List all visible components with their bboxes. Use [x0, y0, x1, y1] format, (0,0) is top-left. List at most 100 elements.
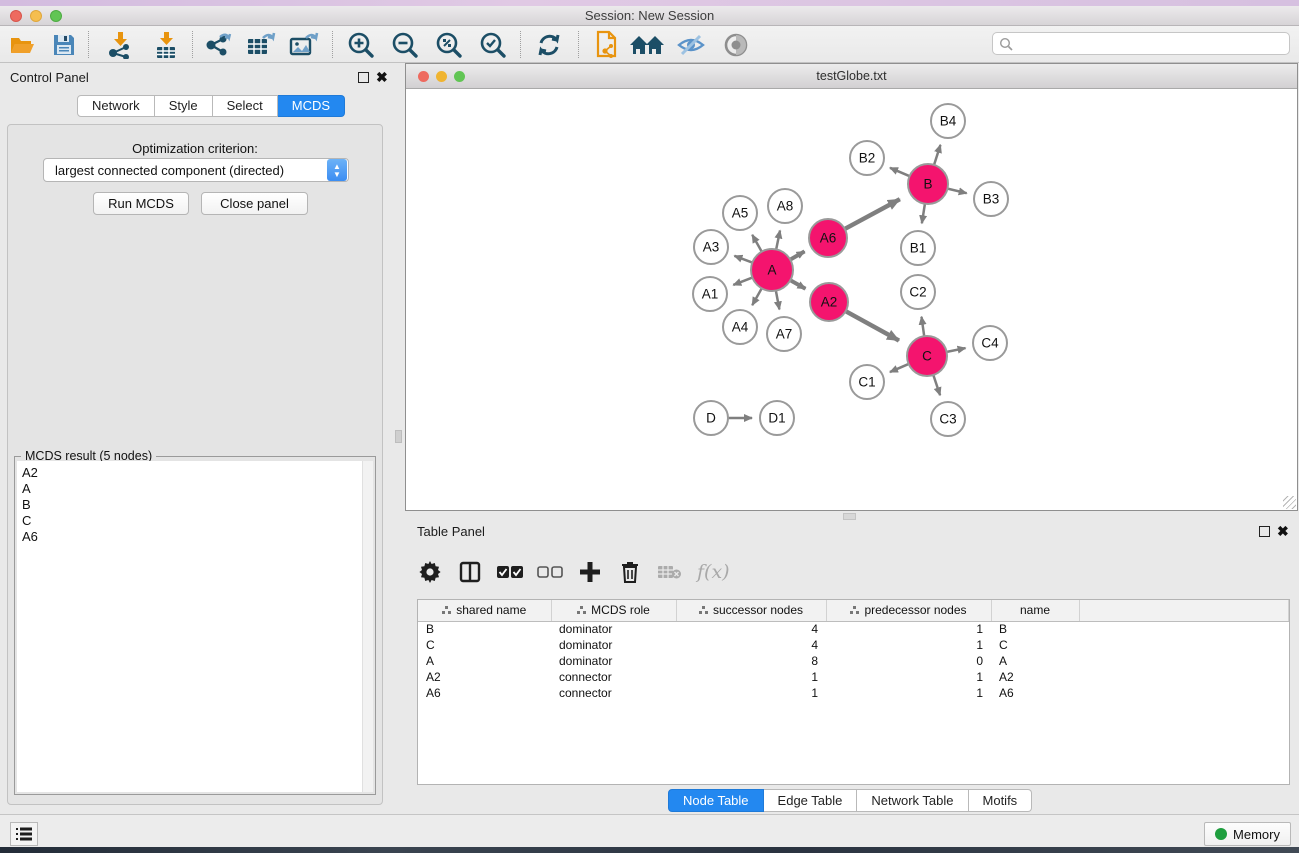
edge-A-A1[interactable] [733, 277, 753, 285]
table-panel-close-icon[interactable]: ✖ [1277, 526, 1289, 537]
export-image-icon[interactable] [286, 29, 322, 60]
table-cell[interactable]: dominator [551, 637, 676, 653]
edge-C-C4[interactable] [946, 348, 966, 352]
table-cell[interactable]: 1 [826, 685, 991, 701]
add-column-plus-icon[interactable] [577, 559, 603, 585]
mcds-result-scrollbar[interactable] [362, 461, 373, 792]
edge-B-B3[interactable] [946, 188, 966, 193]
zoom-out-icon[interactable] [387, 29, 423, 60]
tab-network[interactable]: Network [77, 95, 155, 117]
control-panel-float-icon[interactable] [358, 72, 369, 83]
tab-edge-table[interactable]: Edge Table [764, 789, 858, 812]
show-all-eye-icon[interactable] [718, 29, 754, 60]
task-history-button[interactable] [10, 822, 38, 846]
tab-style[interactable]: Style [155, 95, 213, 117]
table-row[interactable]: A2connector11A2 [418, 669, 1289, 685]
control-panel-close-icon[interactable]: ✖ [376, 72, 388, 83]
save-session-icon[interactable] [46, 29, 82, 60]
run-mcds-button[interactable]: Run MCDS [93, 192, 189, 215]
tab-motifs[interactable]: Motifs [969, 789, 1033, 812]
import-table-icon[interactable] [148, 29, 184, 60]
table-row[interactable]: Adominator80A [418, 653, 1289, 669]
tab-node-table[interactable]: Node Table [668, 789, 764, 812]
table-cell[interactable]: B [991, 621, 1079, 637]
table-cell[interactable]: A6 [991, 685, 1079, 701]
edge-C-C3[interactable] [933, 374, 940, 395]
zoom-in-icon[interactable] [343, 29, 379, 60]
table-cell[interactable]: connector [551, 685, 676, 701]
mcds-result-item[interactable]: A2 [22, 465, 364, 481]
open-session-icon[interactable] [5, 29, 41, 60]
table-cell[interactable]: 0 [826, 653, 991, 669]
import-network-icon[interactable] [102, 29, 138, 60]
table-row[interactable]: Cdominator41C [418, 637, 1289, 653]
tab-mcds[interactable]: MCDS [278, 95, 345, 117]
table-cell[interactable]: A2 [418, 669, 551, 685]
table-cell[interactable]: 4 [676, 621, 826, 637]
tab-select[interactable]: Select [213, 95, 278, 117]
close-window-button[interactable] [10, 10, 22, 22]
network-canvas[interactable]: B4B2BB3A5A8A6A3B1AC2A1A2A4A7C4CC1C3DD1 [406, 89, 1297, 510]
edge-A-A4[interactable] [752, 287, 762, 305]
edge-A-A8[interactable] [776, 230, 780, 250]
close-panel-button[interactable]: Close panel [201, 192, 308, 215]
table-cell[interactable]: connector [551, 669, 676, 685]
export-table-icon[interactable] [243, 29, 279, 60]
table-settings-gear-icon[interactable] [417, 559, 443, 585]
edge-A-A5[interactable] [752, 235, 762, 253]
table-cell[interactable]: A [991, 653, 1079, 669]
edge-B-B4[interactable] [934, 145, 941, 166]
edge-B-B1[interactable] [922, 203, 925, 224]
hide-selected-eye-slash-icon[interactable] [673, 29, 709, 60]
table-cell[interactable]: B [418, 621, 551, 637]
column-header-name[interactable]: name [991, 600, 1079, 621]
mcds-result-item[interactable]: C [22, 513, 364, 529]
mcds-result-item[interactable]: A6 [22, 529, 364, 545]
search-field[interactable] [992, 32, 1290, 55]
table-cell[interactable]: 1 [676, 669, 826, 685]
network-zoom-button[interactable] [454, 71, 465, 82]
edge-A2-C[interactable] [845, 311, 899, 341]
column-header-MCDS-role[interactable]: MCDS role [551, 600, 676, 621]
mcds-result-item[interactable]: B [22, 497, 364, 513]
zoom-selected-icon[interactable] [475, 29, 511, 60]
table-cell[interactable]: 1 [826, 669, 991, 685]
table-mode-icon[interactable] [457, 559, 483, 585]
edge-C-C2[interactable] [921, 317, 924, 337]
column-header-successor-nodes[interactable]: successor nodes [676, 600, 826, 621]
table-cell[interactable]: 4 [676, 637, 826, 653]
edge-C-C1[interactable] [890, 364, 910, 373]
desktop-splitter-handle[interactable] [843, 513, 856, 520]
copy-network-icon[interactable] [589, 29, 625, 60]
table-row[interactable]: A6connector11A6 [418, 685, 1289, 701]
edge-A-A2[interactable] [789, 280, 805, 289]
table-cell[interactable]: dominator [551, 621, 676, 637]
table-cell[interactable]: A [418, 653, 551, 669]
network-resize-grip[interactable] [1283, 496, 1296, 509]
delete-column-trash-icon[interactable] [617, 559, 643, 585]
table-panel-float-icon[interactable] [1259, 526, 1270, 537]
mcds-result-list[interactable]: A2ABCA6 [17, 461, 364, 792]
edge-A-A3[interactable] [734, 256, 753, 263]
table-cell[interactable]: C [991, 637, 1079, 653]
table-cell[interactable]: 8 [676, 653, 826, 669]
edge-A-A6[interactable] [789, 251, 804, 260]
zoom-window-button[interactable] [50, 10, 62, 22]
zoom-fit-icon[interactable] [431, 29, 467, 60]
table-cell[interactable]: A6 [418, 685, 551, 701]
refresh-view-icon[interactable] [531, 29, 567, 60]
edge-A-A7[interactable] [776, 290, 780, 310]
edge-A6-B[interactable] [844, 199, 900, 229]
table-cell[interactable]: A2 [991, 669, 1079, 685]
edge-B-B2[interactable] [890, 168, 911, 177]
home-layout-icon[interactable] [629, 29, 665, 60]
network-close-button[interactable] [418, 71, 429, 82]
column-header-predecessor-nodes[interactable]: predecessor nodes [826, 600, 991, 621]
criterion-dropdown[interactable]: largest connected component (directed) ▲… [43, 158, 349, 182]
export-network-icon[interactable] [200, 29, 236, 60]
table-row[interactable]: Bdominator41B [418, 621, 1289, 637]
minimize-window-button[interactable] [30, 10, 42, 22]
table-cell[interactable]: 1 [826, 637, 991, 653]
table-cell[interactable]: dominator [551, 653, 676, 669]
table-cell[interactable]: 1 [676, 685, 826, 701]
